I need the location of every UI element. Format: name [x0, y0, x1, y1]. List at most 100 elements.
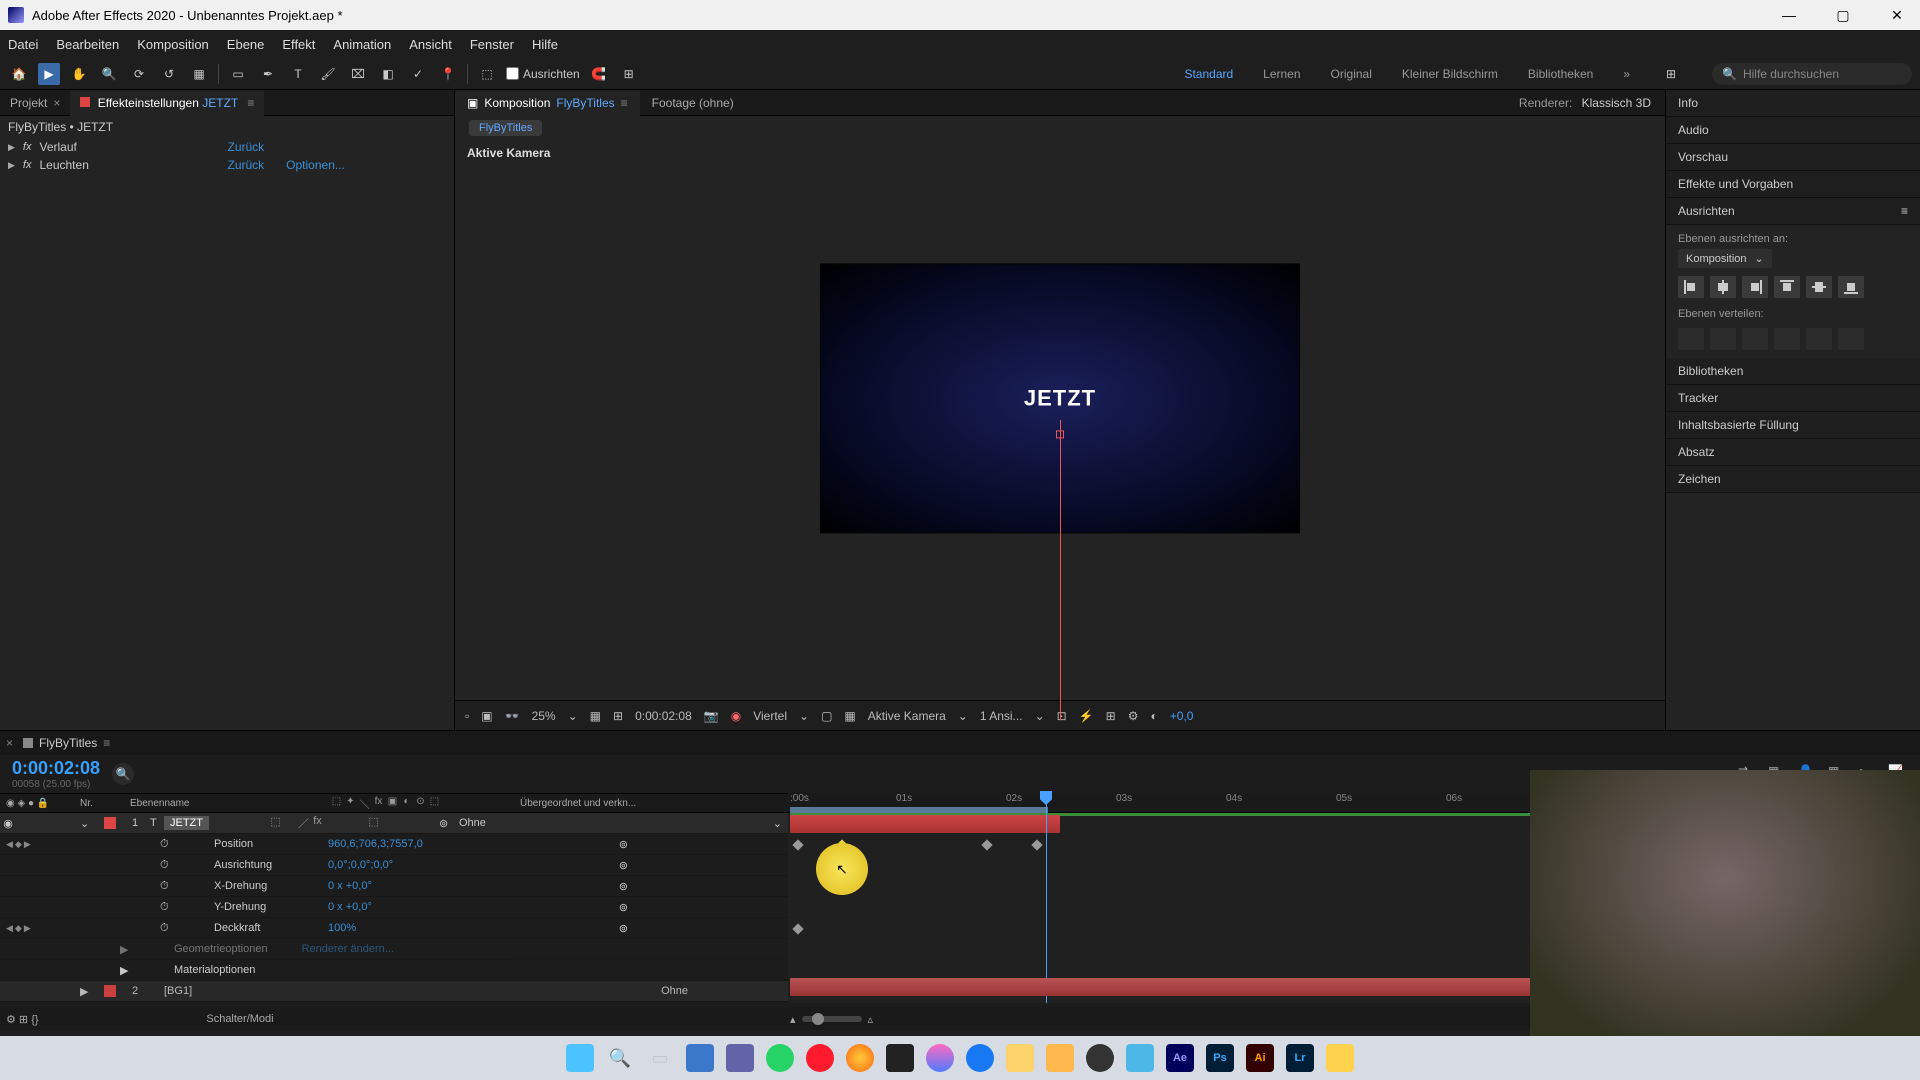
expression-pickwhip[interactable]: ⊚	[619, 859, 788, 872]
taskbar-whatsapp[interactable]	[762, 1040, 798, 1076]
menu-fenster[interactable]: Fenster	[470, 37, 514, 52]
menu-datei[interactable]: Datei	[8, 37, 38, 52]
effect-options-link[interactable]: Optionen...	[286, 158, 345, 172]
prop-position[interactable]: ◀◆▶ ⏱ Position 960,6;706,3;7557,0 ⊚	[0, 834, 788, 855]
panel-ausrichten[interactable]: Ausrichten≡	[1666, 198, 1920, 225]
panel-menu-icon[interactable]: ≡	[1901, 204, 1908, 218]
text-tool[interactable]: T	[287, 63, 309, 85]
panel-audio[interactable]: Audio	[1666, 117, 1920, 144]
workspace-original[interactable]: Original	[1331, 67, 1372, 81]
expression-pickwhip[interactable]: ⊚	[619, 901, 788, 914]
tab-footage[interactable]: Footage (ohne)	[640, 90, 746, 116]
prop-deckkraft[interactable]: ◀◆▶ ⏱ Deckkraft 100% ⊚	[0, 918, 788, 939]
align-hcenter-button[interactable]	[1710, 276, 1736, 298]
taskbar-explorer[interactable]	[682, 1040, 718, 1076]
panel-absatz[interactable]: Absatz	[1666, 439, 1920, 466]
start-button[interactable]	[562, 1040, 598, 1076]
tab-composition[interactable]: ▣ Komposition FlyByTitles ≡	[455, 90, 640, 116]
keyframe-icon[interactable]	[792, 923, 803, 934]
taskbar-messenger[interactable]	[922, 1040, 958, 1076]
taskbar-illustrator[interactable]: Ai	[1242, 1040, 1278, 1076]
channel-icon[interactable]: ◉	[731, 709, 741, 723]
align-bottom-button[interactable]	[1838, 276, 1864, 298]
orbit-tool[interactable]: ⟳	[128, 63, 150, 85]
taskbar-after-effects[interactable]: Ae	[1162, 1040, 1198, 1076]
keyframe-icon[interactable]	[1031, 839, 1042, 850]
taskbar-extra[interactable]	[1322, 1040, 1358, 1076]
keyframe-icon[interactable]	[792, 839, 803, 850]
workspace-lernen[interactable]: Lernen	[1263, 67, 1300, 81]
zoom-value[interactable]: 25%	[532, 709, 556, 723]
prop-material[interactable]: ▶ Materialoptionen	[0, 960, 788, 981]
exposure-reset-icon[interactable]: ◐	[1150, 709, 1157, 723]
align-left-button[interactable]	[1678, 276, 1704, 298]
flowchart-icon[interactable]: ⚙	[1128, 709, 1139, 723]
pickwhip-icon[interactable]: ⊚	[419, 817, 459, 830]
current-time[interactable]: 0:00:02:08	[12, 758, 100, 779]
timeline-tab[interactable]: FlyByTitles ≡	[13, 736, 120, 750]
panel-bibliotheken[interactable]: Bibliotheken	[1666, 358, 1920, 385]
zoom-in-icon[interactable]: ▵	[868, 1013, 874, 1026]
zoom-dropdown-icon[interactable]: ⌄	[568, 709, 578, 723]
mask-icon[interactable]: 👓	[505, 709, 520, 723]
pen-tool[interactable]: ✒	[257, 63, 279, 85]
zoom-slider[interactable]	[802, 1016, 862, 1022]
sync-settings-icon[interactable]: ⊞	[1660, 63, 1682, 85]
prop-ausrichtung[interactable]: ⏱ Ausrichtung 0,0°;0,0°;0,0° ⊚	[0, 855, 788, 876]
transparency-icon[interactable]: ▦	[844, 709, 855, 723]
rotate-tool[interactable]: ↺	[158, 63, 180, 85]
stopwatch-icon[interactable]: ⏱	[160, 859, 174, 872]
fast-preview-icon[interactable]: ⚡	[1079, 709, 1094, 723]
tl-tab-close[interactable]: ×	[6, 736, 13, 750]
taskbar-facebook[interactable]	[962, 1040, 998, 1076]
comp-breadcrumb[interactable]: FlyByTitles	[469, 120, 542, 136]
hand-tool[interactable]: ✋	[68, 63, 90, 85]
default-mode[interactable]: ⊞	[618, 63, 640, 85]
taskbar-app[interactable]	[882, 1040, 918, 1076]
taskbar-lightroom[interactable]: Lr	[1282, 1040, 1318, 1076]
magnify-icon[interactable]: ▫	[465, 709, 469, 723]
snap-options[interactable]: 🧲	[588, 63, 610, 85]
menu-effekt[interactable]: Effekt	[282, 37, 315, 52]
brush-tool[interactable]: 🖌	[317, 63, 339, 85]
switches-modes-toggle[interactable]: Schalter/Modi	[40, 1013, 440, 1025]
taskbar-search[interactable]: 🔍	[602, 1040, 638, 1076]
layer-color[interactable]	[104, 817, 116, 829]
align-to-dropdown[interactable]: Komposition⌄	[1678, 249, 1772, 268]
res-icon[interactable]: ▦	[590, 709, 601, 723]
expression-pickwhip[interactable]: ⊚	[619, 838, 788, 851]
renderer-value[interactable]: Klassisch 3D	[1582, 96, 1651, 110]
taskbar-store[interactable]	[1042, 1040, 1078, 1076]
timeline-layer-row[interactable]: ◉ ⌄ 1 T JETZT ⬚／fx⬚ ⊚ Ohne ⌄	[0, 813, 788, 834]
roi-icon[interactable]: ▢	[821, 709, 832, 723]
stopwatch-icon[interactable]: ⏱	[160, 880, 174, 893]
panel-info[interactable]: Info	[1666, 90, 1920, 117]
twirl-icon[interactable]: ⌄	[80, 817, 100, 830]
menu-hilfe[interactable]: Hilfe	[532, 37, 558, 52]
puppet-tool[interactable]: 📍	[437, 63, 459, 85]
camera-tool[interactable]: ▦	[188, 63, 210, 85]
composition-viewer[interactable]: Aktive Kamera JETZT	[455, 140, 1665, 700]
stopwatch-icon[interactable]: ⏱	[160, 901, 174, 914]
maximize-button[interactable]: ▢	[1828, 7, 1858, 24]
snapping-toggle[interactable]: Ausrichten	[506, 67, 580, 81]
pixel-aspect-icon[interactable]: ⊡	[1057, 709, 1067, 723]
parent-dropdown[interactable]: Ohne	[459, 817, 486, 829]
menu-ebene[interactable]: Ebene	[227, 37, 265, 52]
tab-projekt[interactable]: Projekt×	[0, 90, 70, 116]
zoom-tool[interactable]: 🔍	[98, 63, 120, 85]
workspace-bibliotheken[interactable]: Bibliotheken	[1528, 67, 1593, 81]
exposure-value[interactable]: +0,0	[1170, 709, 1194, 723]
expression-pickwhip[interactable]: ⊚	[619, 880, 788, 893]
snapshot-icon[interactable]: 📷	[704, 709, 719, 723]
effect-verlauf[interactable]: ▶ fx Verlauf Zurück	[0, 138, 454, 156]
panel-vorschau[interactable]: Vorschau	[1666, 144, 1920, 171]
stopwatch-icon[interactable]: ⏱	[160, 922, 174, 935]
playhead[interactable]	[1046, 793, 1047, 1003]
clone-tool[interactable]: ⌧	[347, 63, 369, 85]
parent-dropdown[interactable]: Ohne	[661, 985, 788, 997]
align-right-button[interactable]	[1742, 276, 1768, 298]
help-search[interactable]: 🔍 Hilfe durchsuchen	[1712, 63, 1912, 85]
taskbar-folder[interactable]	[1002, 1040, 1038, 1076]
workspace-standard[interactable]: Standard	[1184, 67, 1233, 81]
